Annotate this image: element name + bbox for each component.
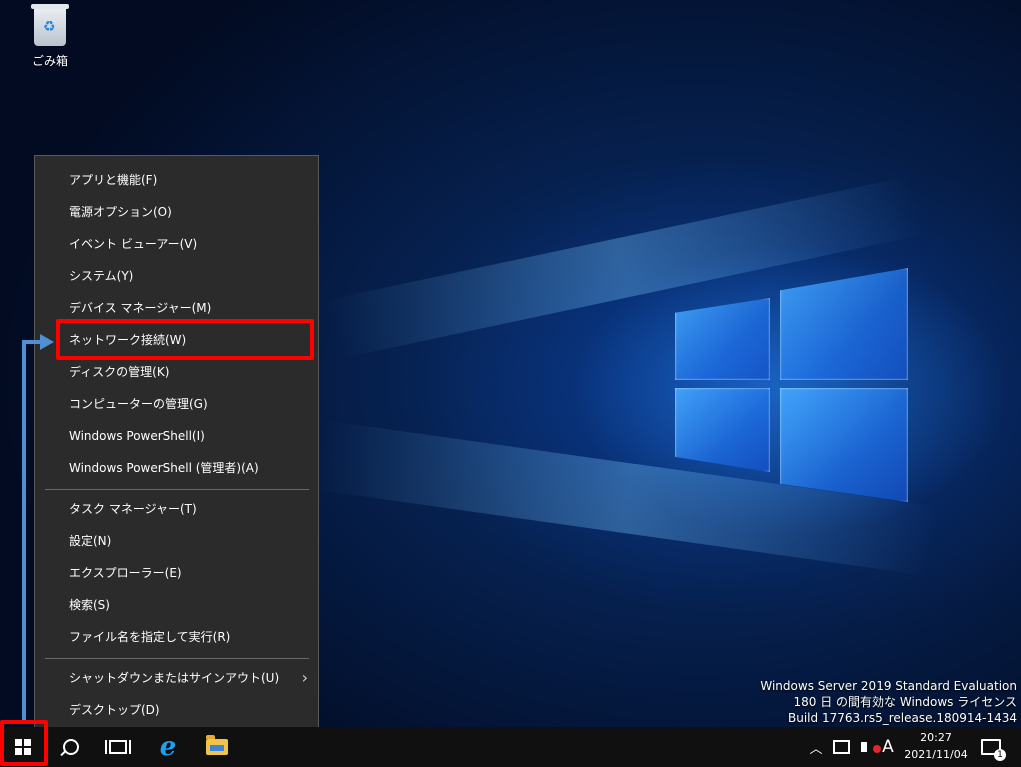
menu-separator <box>45 489 309 490</box>
menu-item-apps-features[interactable]: アプリと機能(F) <box>35 164 318 196</box>
internet-explorer-icon: e <box>159 732 177 762</box>
clock-date: 2021/11/04 <box>904 748 968 761</box>
file-explorer-button[interactable] <box>194 727 240 767</box>
recycle-bin-shortcut[interactable]: ♻ ごみ箱 <box>22 4 78 69</box>
chevron-up-icon: ︿ <box>809 741 823 757</box>
search-icon <box>63 739 79 755</box>
menu-item-run[interactable]: ファイル名を指定して実行(R) <box>35 621 318 653</box>
annotation-highlight-network <box>56 319 314 360</box>
menu-item-powershell-admin[interactable]: Windows PowerShell (管理者)(A) <box>35 452 318 484</box>
volume-muted-icon <box>861 742 881 753</box>
clock-time: 20:27 <box>920 731 952 744</box>
menu-item-search[interactable]: 検索(S) <box>35 589 318 621</box>
search-button[interactable] <box>48 727 94 767</box>
task-view-button[interactable] <box>95 727 141 767</box>
power-user-menu: アプリと機能(F) 電源オプション(O) イベント ビューアー(V) システム(… <box>34 155 319 734</box>
chevron-right-icon: › <box>301 668 308 687</box>
os-watermark: Windows Server 2019 Standard Evaluation … <box>760 678 1017 726</box>
menu-item-disk-management[interactable]: ディスクの管理(K) <box>35 356 318 388</box>
menu-item-event-viewer[interactable]: イベント ビューアー(V) <box>35 228 318 260</box>
menu-item-explorer[interactable]: エクスプローラー(E) <box>35 557 318 589</box>
wallpaper-logo-pane <box>675 298 770 380</box>
wallpaper-logo-pane <box>780 268 908 380</box>
ime-mode-button[interactable]: A <box>878 727 898 767</box>
wallpaper-logo-pane <box>675 388 770 472</box>
menu-item-settings[interactable]: 設定(N) <box>35 525 318 557</box>
menu-item-shutdown-label: シャットダウンまたはサインアウト(U) <box>69 671 280 685</box>
watermark-license: 180 日 の間有効な Windows ライセンス <box>793 695 1018 709</box>
menu-item-task-manager[interactable]: タスク マネージャー(T) <box>35 493 318 525</box>
task-view-icon <box>105 740 131 754</box>
notification-icon: 1 <box>981 739 1006 761</box>
annotation-arrow-head <box>40 334 54 350</box>
file-explorer-icon <box>206 735 228 755</box>
menu-item-computer-management[interactable]: コンピューターの管理(G) <box>35 388 318 420</box>
annotation-highlight-start <box>0 720 48 766</box>
menu-item-desktop[interactable]: デスクトップ(D) <box>35 694 318 726</box>
menu-item-power-options[interactable]: 電源オプション(O) <box>35 196 318 228</box>
watermark-build: Build 17763.rs5_release.180914-1434 <box>788 711 1017 725</box>
network-icon <box>832 740 850 754</box>
wallpaper-logo-pane <box>780 388 908 502</box>
taskbar: e ︿ A 20:27 2021/11/04 1 <box>0 727 1021 767</box>
volume-tray-button[interactable] <box>855 727 881 767</box>
menu-item-shutdown-signout[interactable]: シャットダウンまたはサインアウト(U) › <box>35 662 318 694</box>
internet-explorer-button[interactable]: e <box>145 727 191 767</box>
ime-indicator: A <box>882 737 894 757</box>
network-tray-button[interactable] <box>830 727 852 767</box>
menu-item-powershell[interactable]: Windows PowerShell(I) <box>35 420 318 452</box>
annotation-arrow-line <box>22 342 26 724</box>
recycle-bin-label: ごみ箱 <box>31 54 68 68</box>
menu-item-system[interactable]: システム(Y) <box>35 260 318 292</box>
recycle-bin-icon: ♻ <box>31 4 69 46</box>
watermark-edition: Windows Server 2019 Standard Evaluation <box>760 679 1017 693</box>
action-center-button[interactable]: 1 <box>978 727 1006 767</box>
menu-separator <box>45 658 309 659</box>
show-hidden-icons-button[interactable]: ︿ <box>806 727 826 767</box>
clock-button[interactable]: 20:27 2021/11/04 <box>900 729 972 763</box>
notification-count-badge: 1 <box>994 749 1006 761</box>
